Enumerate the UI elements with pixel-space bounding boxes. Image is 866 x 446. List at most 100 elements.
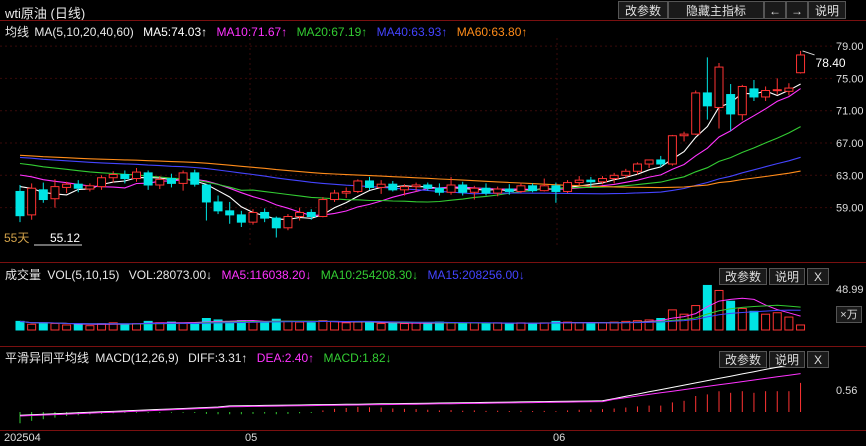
ma60-line bbox=[19, 154, 801, 189]
candle-body bbox=[481, 187, 491, 194]
volume-bar bbox=[423, 323, 433, 331]
candle-body bbox=[201, 184, 211, 203]
candle-body bbox=[353, 180, 363, 192]
candle-body bbox=[271, 217, 281, 229]
volume-bar bbox=[388, 322, 398, 331]
vol-value: VOL:28073.00↓ bbox=[128, 268, 213, 282]
candle-body bbox=[656, 159, 666, 165]
candle-body bbox=[796, 54, 806, 74]
vol-ma15: MA15:208256.00↓ bbox=[427, 268, 525, 282]
candle-body bbox=[609, 174, 619, 180]
candle-body bbox=[120, 174, 130, 180]
candle-body bbox=[458, 184, 468, 193]
xaxis-divider bbox=[0, 430, 866, 431]
candle-body bbox=[469, 187, 479, 193]
ma10-value: MA10:71.67↑ bbox=[216, 25, 288, 39]
volume-bar bbox=[353, 321, 363, 331]
candle-body bbox=[563, 182, 573, 192]
volume-explain-button[interactable]: 说明 bbox=[769, 268, 805, 285]
prev-arrow-button[interactable]: ← bbox=[764, 1, 786, 19]
explain-button[interactable]: 说明 bbox=[808, 1, 846, 19]
ma40-value: MA40:63.93↑ bbox=[376, 25, 448, 39]
volume-modify-params-button[interactable]: 改参数 bbox=[719, 268, 767, 285]
candle-body bbox=[97, 177, 107, 188]
volume-bar bbox=[796, 324, 806, 331]
candle-body bbox=[73, 183, 83, 189]
ma5-line bbox=[19, 83, 801, 220]
candle-body bbox=[411, 184, 421, 188]
candle-body bbox=[225, 210, 235, 216]
volume-bar bbox=[365, 322, 374, 331]
volume-divider bbox=[0, 262, 866, 263]
modify-params-button[interactable]: 改参数 bbox=[618, 1, 668, 19]
candle-body bbox=[726, 94, 736, 115]
title-divider bbox=[0, 20, 866, 21]
volume-bar bbox=[248, 321, 258, 331]
volume-bar bbox=[376, 323, 386, 331]
next-arrow-button[interactable]: → bbox=[786, 1, 808, 19]
low-prefix: 55天 bbox=[4, 231, 29, 245]
volume-close-button[interactable]: X bbox=[807, 268, 829, 285]
candle-body bbox=[15, 190, 25, 217]
candle-body bbox=[539, 185, 549, 192]
volume-bar bbox=[73, 323, 83, 331]
candle-body bbox=[761, 90, 771, 98]
candle-body bbox=[749, 88, 759, 98]
candle-body bbox=[586, 179, 596, 183]
volume-bar bbox=[469, 322, 479, 331]
title-bar: wti原油 (日线) 改参数 隐藏主指标 ← → 说明 bbox=[0, 0, 866, 21]
y-tick-label: 79.00 bbox=[836, 41, 864, 53]
ma-def: MA(5,10,20,40,60) bbox=[34, 25, 134, 39]
volume-bar bbox=[260, 322, 270, 331]
volume-bar bbox=[38, 322, 48, 331]
candle-body bbox=[632, 163, 642, 172]
price-chart: 78.40 55天 55.12 79.00 75.00 71.00 67.00 63.00 5… bbox=[0, 38, 864, 248]
candle-body bbox=[423, 184, 433, 189]
volume-bar bbox=[481, 323, 491, 331]
ma-label: 均线 bbox=[5, 25, 30, 39]
volume-unit-button[interactable]: ×万 bbox=[836, 306, 862, 323]
vol-label: 成交量 bbox=[5, 268, 42, 282]
candle-body bbox=[504, 188, 514, 192]
macd-def: MACD(12,26,9) bbox=[95, 351, 179, 365]
volume-bar bbox=[50, 323, 60, 331]
candle-body bbox=[62, 183, 72, 188]
candle-body bbox=[702, 92, 712, 107]
volume-bar bbox=[318, 320, 328, 331]
candle-body bbox=[574, 179, 584, 184]
candle-body bbox=[784, 87, 794, 92]
candle-body bbox=[679, 133, 689, 137]
candle-body bbox=[318, 199, 328, 218]
macd-dea: DEA:2.40↑ bbox=[256, 351, 315, 365]
low-label: 55.12 bbox=[50, 231, 80, 245]
candle-body bbox=[772, 89, 782, 92]
y-tick-label: 59.00 bbox=[836, 203, 864, 215]
moving-average-lines bbox=[19, 83, 801, 220]
volume-bar bbox=[737, 307, 747, 331]
candle-body bbox=[143, 172, 153, 186]
volume-bar bbox=[726, 300, 736, 331]
macd-label: 平滑异同平均线 bbox=[5, 351, 90, 365]
volume-bar bbox=[516, 322, 526, 331]
volume-bar bbox=[399, 323, 409, 331]
hide-indicator-button[interactable]: 隐藏主指标 bbox=[668, 1, 764, 19]
volume-bar bbox=[761, 313, 771, 331]
candle-body bbox=[434, 187, 444, 193]
volume-bar bbox=[749, 310, 759, 331]
candle-body bbox=[551, 185, 561, 192]
candle-body bbox=[388, 183, 398, 191]
volume-bar bbox=[120, 323, 130, 331]
volume-bar bbox=[341, 322, 351, 331]
macd-dea-line bbox=[19, 373, 801, 417]
candle-body bbox=[166, 178, 176, 184]
volume-bar bbox=[15, 320, 25, 331]
volume-bar bbox=[62, 324, 72, 331]
candle-body bbox=[260, 211, 270, 219]
macd-y-tick: 0.56 bbox=[836, 385, 858, 397]
volume-bar bbox=[458, 323, 468, 331]
high-label: 78.40 bbox=[816, 56, 846, 70]
candle-body bbox=[248, 211, 258, 223]
candle-body bbox=[108, 174, 118, 179]
macd-diff: DIFF:3.31↑ bbox=[188, 351, 248, 365]
vol-ma5: MA5:116038.20↓ bbox=[221, 268, 312, 282]
